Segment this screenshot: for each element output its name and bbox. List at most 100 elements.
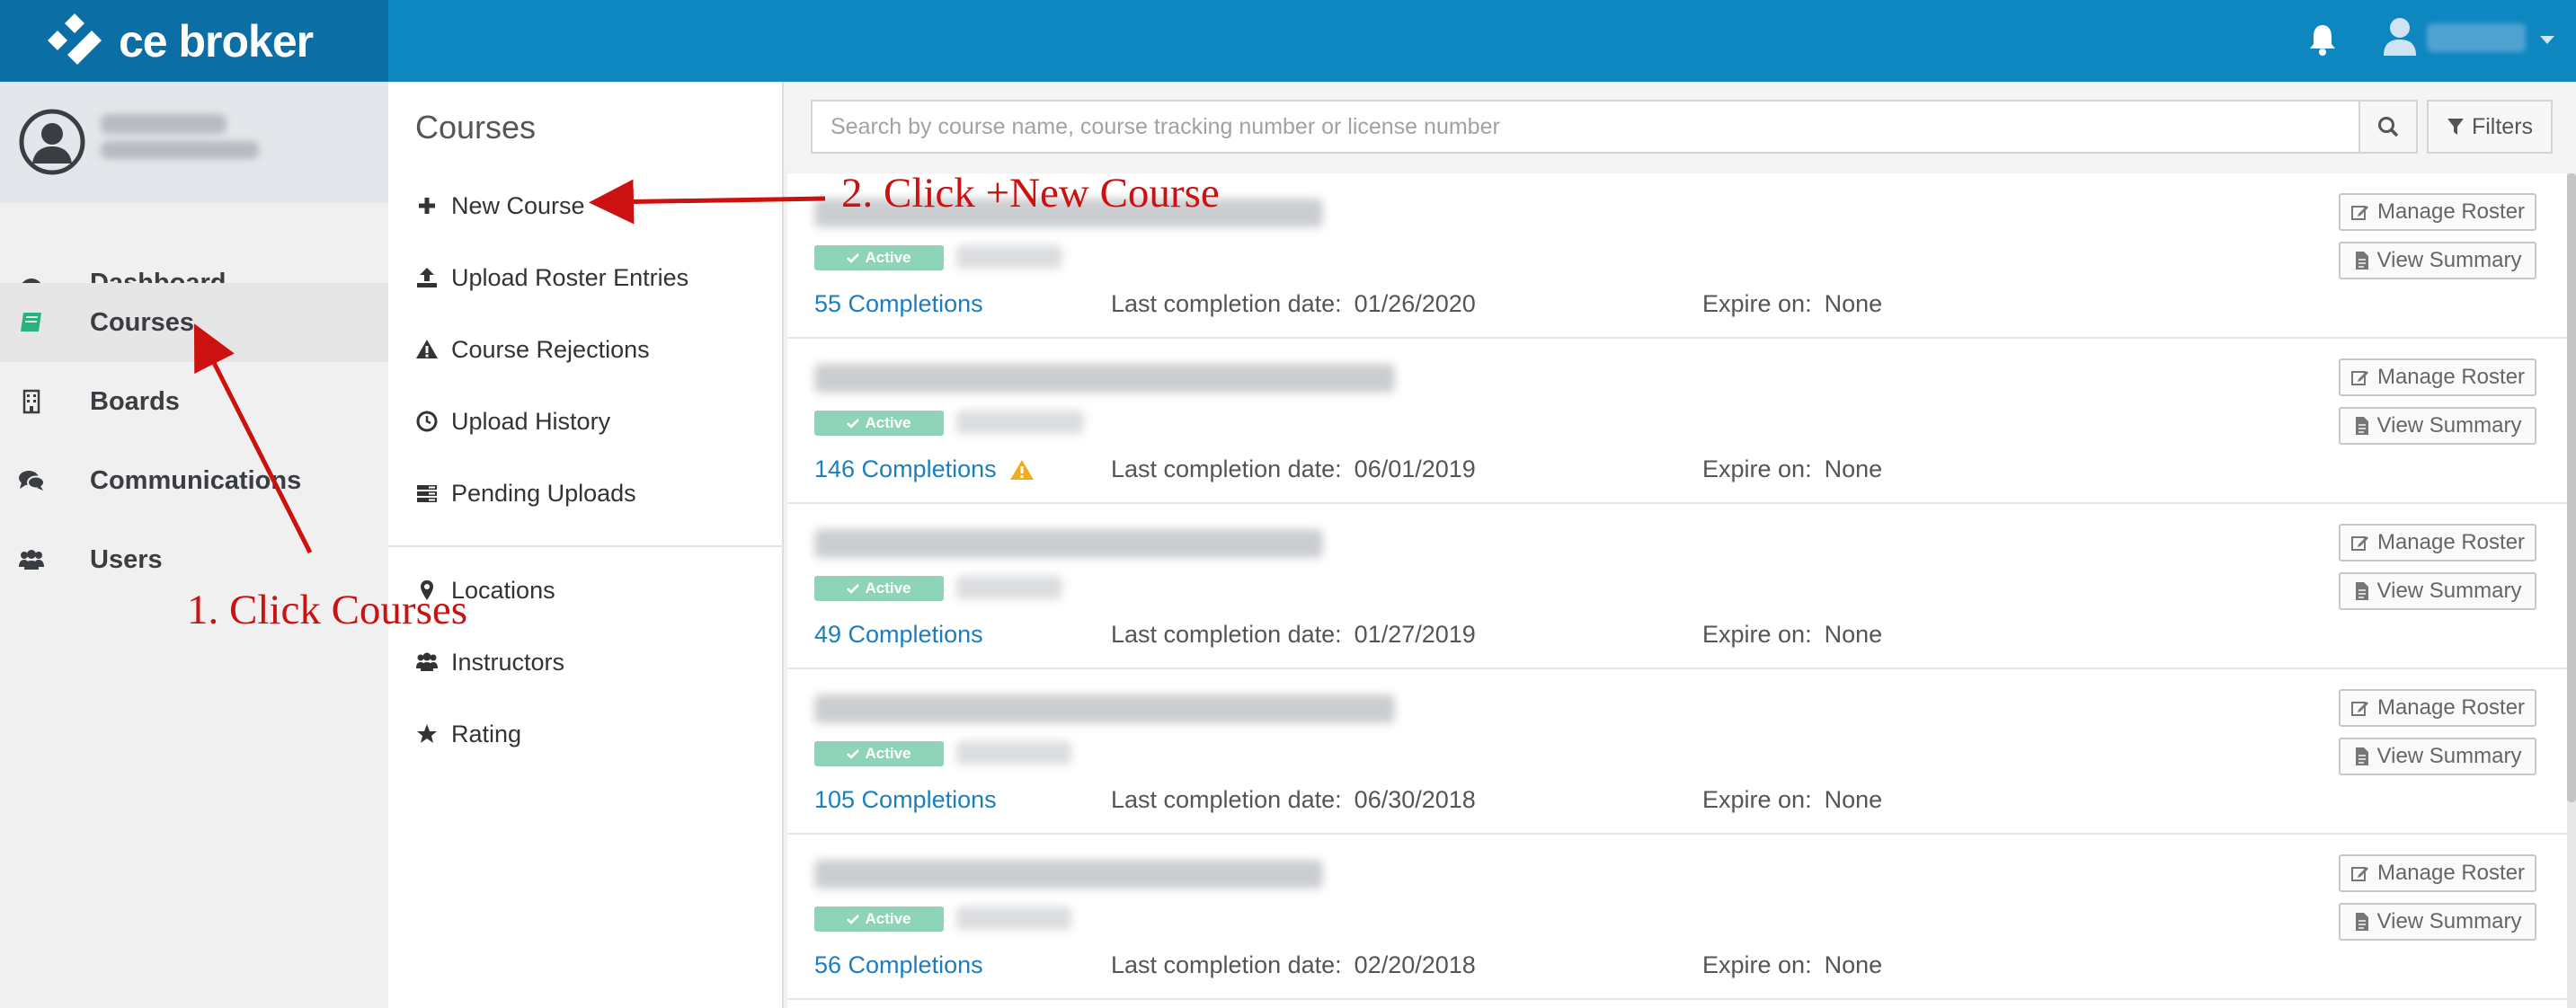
sidebar-item-boards[interactable]: Boards — [0, 362, 388, 441]
expire-label: Expire on: — [1702, 786, 1812, 813]
avatar-icon — [19, 109, 85, 175]
status-badge: Active — [814, 576, 944, 601]
view-summary-button[interactable]: View Summary — [2339, 242, 2536, 279]
view-summary-button[interactable]: View Summary — [2339, 572, 2536, 610]
filters-label: Filters — [2471, 113, 2534, 139]
submenu-item-course-rejections[interactable]: Course Rejections — [415, 332, 650, 367]
check-icon — [847, 915, 860, 924]
submenu-item-upload-history[interactable]: Upload History — [415, 403, 610, 439]
expire-on: Expire on: None — [1702, 951, 1882, 979]
submenu-item-label: Upload Roster Entries — [451, 263, 689, 291]
manage-roster-label: Manage Roster — [2376, 861, 2526, 885]
manage-roster-button[interactable]: Manage Roster — [2339, 524, 2536, 561]
submenu-item-rating[interactable]: Rating — [415, 716, 521, 752]
expire-label: Expire on: — [1702, 290, 1812, 317]
filters-button[interactable]: Filters — [2427, 100, 2553, 154]
expire-value: None — [1824, 455, 1883, 482]
course-title-redacted[interactable] — [814, 364, 1395, 393]
document-icon — [2355, 913, 2368, 931]
status-badge: Active — [814, 906, 944, 932]
submenu-item-label: Pending Uploads — [451, 479, 636, 507]
last-completion-date: Last completion date: 01/26/2020 — [1111, 290, 1476, 318]
user-icon[interactable] — [2382, 16, 2418, 57]
status-label: Active — [865, 579, 911, 597]
submenu-item-pending-uploads[interactable]: Pending Uploads — [415, 475, 636, 511]
submenu-item-label: Rating — [451, 720, 522, 747]
expire-label: Expire on: — [1702, 621, 1812, 648]
manage-roster-label: Manage Roster — [2376, 199, 2526, 224]
sidebar-item-courses[interactable]: Courses — [0, 283, 388, 362]
courses-submenu: Courses New Course Upload Roster Entries… — [388, 82, 784, 1008]
logo-text: ce broker — [119, 15, 314, 66]
manage-roster-button[interactable]: Manage Roster — [2339, 689, 2536, 727]
view-summary-label: View Summary — [2376, 909, 2522, 933]
logo[interactable]: ce broker — [0, 0, 388, 82]
status-badge: Active — [814, 245, 944, 270]
expire-label: Expire on: — [1702, 951, 1812, 978]
completions-link[interactable]: 55 Completions — [814, 290, 983, 318]
view-summary-button[interactable]: View Summary — [2339, 407, 2536, 445]
manage-roster-button[interactable]: Manage Roster — [2339, 193, 2536, 231]
completions-count: 105 Completions — [814, 786, 997, 813]
user-name-redacted[interactable] — [2427, 23, 2526, 52]
completions-link[interactable]: 105 Completions — [814, 786, 997, 814]
submenu-item-upload-roster[interactable]: Upload Roster Entries — [415, 260, 688, 296]
filter-icon — [2447, 119, 2464, 135]
course-title-redacted[interactable] — [814, 860, 1323, 889]
upload-icon — [417, 268, 437, 287]
view-summary-button[interactable]: View Summary — [2339, 738, 2536, 775]
last-completion-value: 06/30/2018 — [1354, 786, 1476, 813]
last-completion-value: 01/26/2020 — [1354, 290, 1476, 317]
course-title-redacted[interactable] — [814, 694, 1395, 723]
submenu-item-label: Course Rejections — [451, 335, 650, 363]
view-summary-label: View Summary — [2376, 579, 2522, 603]
book-icon — [21, 313, 41, 332]
last-completion-label: Last completion date: — [1111, 290, 1342, 317]
scrollbar-thumb[interactable] — [2567, 173, 2576, 802]
last-completion-date: Last completion date: 01/27/2019 — [1111, 621, 1476, 649]
search-input[interactable] — [811, 100, 2360, 154]
submenu-item-label: New Course — [451, 191, 585, 219]
course-id-redacted — [956, 741, 1071, 765]
completions-link[interactable]: 49 Completions — [814, 621, 983, 649]
profile-detail-redacted — [101, 141, 259, 159]
manage-roster-label: Manage Roster — [2376, 695, 2526, 720]
bell-icon[interactable] — [2306, 22, 2339, 57]
submenu-title: Courses — [415, 109, 537, 146]
sidebar-item-label: Users — [90, 544, 163, 574]
document-icon — [2355, 252, 2368, 270]
manage-roster-button[interactable]: Manage Roster — [2339, 358, 2536, 396]
sidebar-item-communications[interactable]: Communications — [0, 441, 388, 520]
completions-link[interactable]: 56 Completions — [814, 951, 983, 979]
expire-value: None — [1824, 621, 1883, 648]
completions-link[interactable]: 146 Completions — [814, 455, 1035, 483]
search-button[interactable] — [2358, 100, 2418, 154]
expire-on: Expire on: None — [1702, 290, 1882, 318]
last-completion-value: 01/27/2019 — [1354, 621, 1476, 648]
profile-name-redacted — [101, 114, 227, 134]
users-icon — [19, 550, 44, 570]
users-icon — [416, 652, 438, 671]
sidebar-item-label: Courses — [90, 307, 195, 337]
search-icon — [2378, 117, 2399, 137]
submenu-divider — [388, 545, 784, 547]
course-id-redacted — [956, 245, 1062, 269]
clock-icon — [416, 411, 438, 432]
submenu-item-new-course[interactable]: New Course — [415, 188, 585, 224]
status-badge: Active — [814, 741, 944, 766]
edit-icon — [2350, 371, 2368, 385]
view-summary-button[interactable]: View Summary — [2339, 903, 2536, 941]
last-completion-label: Last completion date: — [1111, 786, 1342, 813]
course-id-redacted — [956, 576, 1062, 599]
course-id-redacted — [956, 411, 1084, 434]
view-summary-label: View Summary — [2376, 413, 2522, 438]
expire-value: None — [1824, 786, 1883, 813]
submenu-item-instructors[interactable]: Instructors — [415, 644, 564, 680]
manage-roster-button[interactable]: Manage Roster — [2339, 854, 2536, 892]
last-completion-date: Last completion date: 06/01/2019 — [1111, 455, 1476, 483]
document-icon — [2355, 582, 2368, 600]
annotation-step-1: 1. Click Courses — [187, 587, 468, 633]
course-title-redacted[interactable] — [814, 529, 1323, 558]
star-icon — [417, 724, 437, 743]
chevron-down-icon[interactable] — [2540, 36, 2554, 44]
